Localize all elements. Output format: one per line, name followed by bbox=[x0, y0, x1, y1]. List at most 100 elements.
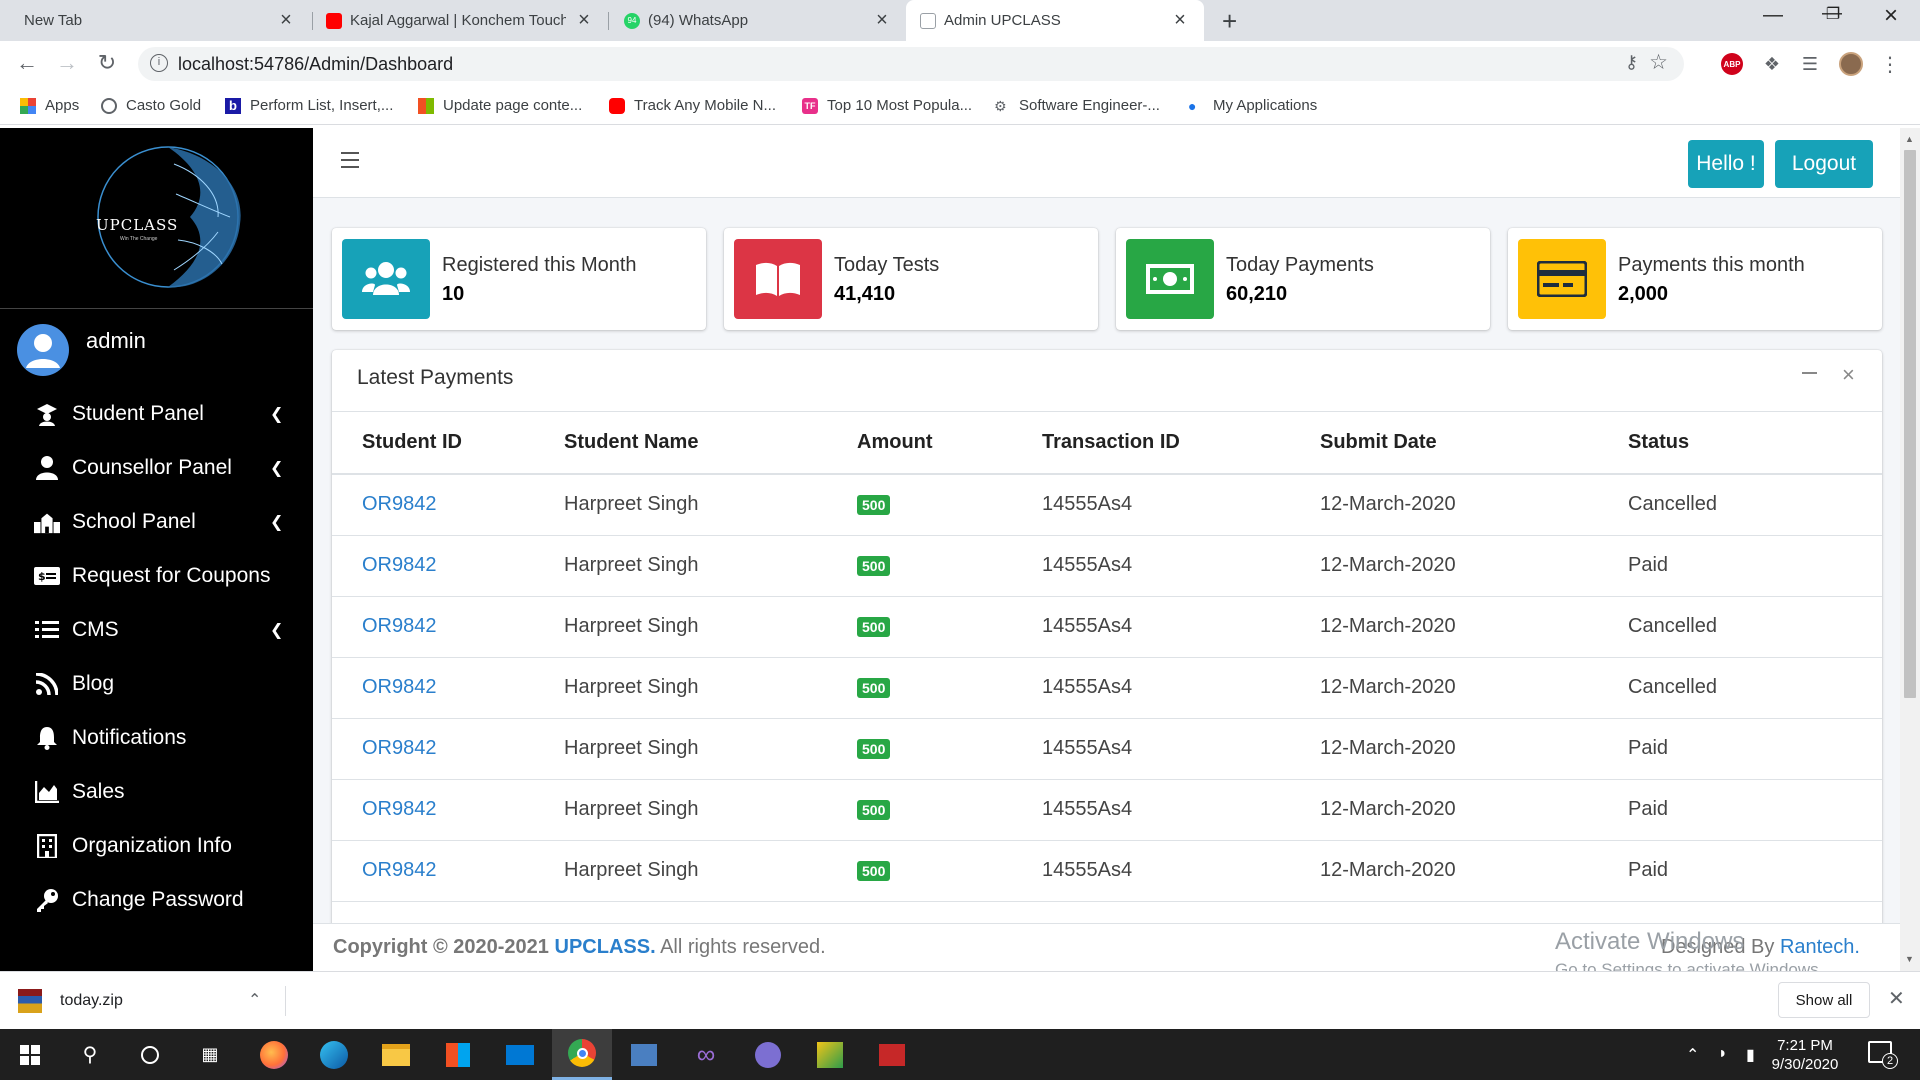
tab-close-icon[interactable]: × bbox=[276, 9, 296, 32]
sidebar-item-school-panel[interactable]: School Panel ❮ bbox=[0, 495, 313, 549]
window-minimize-icon[interactable]: — bbox=[1753, 4, 1793, 27]
remote-desktop-icon[interactable] bbox=[614, 1029, 674, 1080]
student-id-link[interactable]: OR9842 bbox=[362, 859, 437, 881]
sidebar-item-blog[interactable]: Blog bbox=[0, 657, 313, 711]
show-all-button[interactable]: Show all bbox=[1778, 982, 1870, 1018]
column-header[interactable]: Submit Date bbox=[1320, 412, 1628, 475]
page-scrollbar[interactable]: ▲ ▼ bbox=[1900, 128, 1920, 971]
bookmark-update-page[interactable]: Update page conte... bbox=[418, 97, 582, 114]
column-header[interactable]: Student Name bbox=[564, 412, 857, 475]
brand-link[interactable]: UPCLASS. bbox=[555, 936, 656, 958]
student-id-link[interactable]: OR9842 bbox=[362, 676, 437, 698]
site-info-icon[interactable]: i bbox=[150, 54, 168, 72]
bookmark-perform-list[interactable]: b Perform List, Insert,... bbox=[225, 97, 393, 114]
search-icon[interactable]: ⚲ bbox=[60, 1029, 120, 1080]
user-name[interactable]: admin bbox=[86, 328, 146, 354]
bookmark-track-mobile[interactable]: Track Any Mobile N... bbox=[609, 97, 776, 114]
sidebar-item-label: School Panel bbox=[72, 510, 196, 533]
eclipse-icon[interactable] bbox=[738, 1029, 798, 1080]
collapse-icon[interactable] bbox=[1802, 372, 1817, 374]
sql-tool-icon[interactable] bbox=[800, 1029, 860, 1080]
password-key-icon[interactable]: ⚷ bbox=[1625, 52, 1638, 73]
tf-icon: TF bbox=[802, 97, 818, 114]
sidebar-item-counsellor-panel[interactable]: Counsellor Panel ❮ bbox=[0, 441, 313, 495]
chevron-up-icon[interactable]: ⌃ bbox=[248, 990, 261, 1010]
media-queue-icon[interactable]: ☰ bbox=[1798, 53, 1822, 75]
student-id-link[interactable]: OR9842 bbox=[362, 554, 437, 576]
window-restore-icon[interactable]: ❐ bbox=[1813, 4, 1853, 24]
tab-close-icon[interactable]: × bbox=[574, 9, 594, 32]
user-avatar[interactable] bbox=[17, 324, 69, 376]
forward-icon[interactable]: → bbox=[52, 50, 82, 76]
reload-icon[interactable]: ↻ bbox=[92, 50, 122, 76]
wifi-icon[interactable]: ◗ bbox=[1718, 1045, 1728, 1063]
sidebar-item-change-password[interactable]: Change Password bbox=[0, 873, 313, 927]
sidebar-item-cms[interactable]: CMS ❮ bbox=[0, 603, 313, 657]
tab-youtube[interactable]: Kajal Aggarwal | Konchem Touch × bbox=[312, 0, 608, 41]
student-id-link[interactable]: OR9842 bbox=[362, 493, 437, 515]
close-icon[interactable]: × bbox=[1842, 362, 1855, 388]
cortana-icon[interactable] bbox=[120, 1029, 180, 1080]
bookmark-software-engineer[interactable]: ⚙ Software Engineer-... bbox=[994, 97, 1160, 114]
notification-center-icon[interactable]: 2 bbox=[1868, 1041, 1898, 1069]
amount-badge: 500 bbox=[857, 556, 891, 576]
student-id-link[interactable]: OR9842 bbox=[362, 737, 437, 759]
hamburger-menu-icon[interactable] bbox=[341, 152, 359, 173]
column-header[interactable]: Transaction ID bbox=[1042, 412, 1320, 475]
tab-title: (94) WhatsApp bbox=[648, 12, 749, 29]
extensions-puzzle-icon[interactable]: ❖ bbox=[1760, 53, 1784, 75]
tab-whatsapp[interactable]: 94 (94) WhatsApp × bbox=[610, 0, 906, 41]
address-bar[interactable]: i localhost:54786/Admin/Dashboard ⚷ ☆ bbox=[138, 47, 1684, 81]
windows-start-icon[interactable] bbox=[0, 1029, 60, 1080]
browser-menu-icon[interactable]: ⋮ bbox=[1880, 53, 1900, 76]
download-item[interactable]: today.zip ⌃ bbox=[18, 986, 286, 1016]
tab-new-tab[interactable]: New Tab × bbox=[10, 0, 310, 41]
profile-avatar[interactable] bbox=[1838, 52, 1864, 76]
file-explorer-icon[interactable] bbox=[366, 1029, 426, 1080]
tab-admin-upclass[interactable]: Admin UPCLASS × bbox=[906, 0, 1204, 41]
designer-link[interactable]: Rantech. bbox=[1780, 936, 1860, 958]
tab-close-icon[interactable]: × bbox=[872, 9, 892, 32]
tab-close-icon[interactable]: × bbox=[1170, 9, 1190, 32]
tray-chevron-icon[interactable]: ⌃ bbox=[1686, 1045, 1699, 1065]
battery-icon[interactable]: ▮ bbox=[1746, 1045, 1755, 1065]
bookmark-casto-gold[interactable]: Casto Gold bbox=[101, 97, 201, 114]
sidebar-item-notifications[interactable]: Notifications bbox=[0, 711, 313, 765]
bookmark-my-applications[interactable]: ● My Applications bbox=[1188, 97, 1317, 114]
list-icon bbox=[34, 617, 60, 643]
sidebar-item-student-panel[interactable]: Student Panel ❮ bbox=[0, 387, 313, 441]
visual-studio-icon[interactable]: ∞ bbox=[676, 1029, 736, 1080]
scroll-down-icon[interactable]: ▼ bbox=[1905, 954, 1914, 964]
table-cell: OR9842 bbox=[332, 474, 564, 536]
store-icon[interactable] bbox=[428, 1029, 488, 1080]
mail-icon[interactable] bbox=[490, 1029, 550, 1080]
table-cell: 14555As4 bbox=[1042, 657, 1320, 719]
scroll-up-icon[interactable]: ▲ bbox=[1905, 134, 1914, 144]
sidebar-item-request-for-coupons[interactable]: $ Request for Coupons bbox=[0, 549, 313, 603]
task-view-icon[interactable]: ▦ bbox=[180, 1029, 240, 1080]
url-text[interactable]: localhost:54786/Admin/Dashboard bbox=[178, 54, 453, 75]
firefox-icon[interactable] bbox=[244, 1029, 304, 1080]
column-header[interactable]: Status bbox=[1628, 412, 1882, 475]
chrome-icon[interactable] bbox=[552, 1029, 612, 1080]
app-icon[interactable] bbox=[862, 1029, 922, 1080]
scrollbar-thumb[interactable] bbox=[1904, 150, 1916, 698]
bookmark-top-10[interactable]: TF Top 10 Most Popula... bbox=[802, 97, 972, 114]
taskbar-clock[interactable]: 7:21 PM 9/30/2020 bbox=[1768, 1036, 1842, 1074]
column-header[interactable]: Amount bbox=[857, 412, 1042, 475]
hello-button[interactable]: Hello ! bbox=[1688, 140, 1764, 188]
column-header[interactable]: Student ID bbox=[332, 412, 564, 475]
bookmark-apps[interactable]: Apps bbox=[20, 97, 79, 114]
sidebar-item-sales[interactable]: Sales bbox=[0, 765, 313, 819]
new-tab-button[interactable]: + bbox=[1222, 6, 1237, 37]
window-close-icon[interactable]: × bbox=[1871, 2, 1911, 30]
back-icon[interactable]: ← bbox=[12, 50, 42, 76]
bookmark-star-icon[interactable]: ☆ bbox=[1649, 50, 1668, 75]
sidebar-item-organization-info[interactable]: Organization Info bbox=[0, 819, 313, 873]
logout-button[interactable]: Logout bbox=[1775, 140, 1873, 188]
student-id-link[interactable]: OR9842 bbox=[362, 798, 437, 820]
close-download-bar-icon[interactable]: ✕ bbox=[1888, 986, 1905, 1011]
student-id-link[interactable]: OR9842 bbox=[362, 615, 437, 637]
adblock-icon[interactable]: ABP bbox=[1720, 53, 1744, 75]
edge-icon[interactable] bbox=[304, 1029, 364, 1080]
